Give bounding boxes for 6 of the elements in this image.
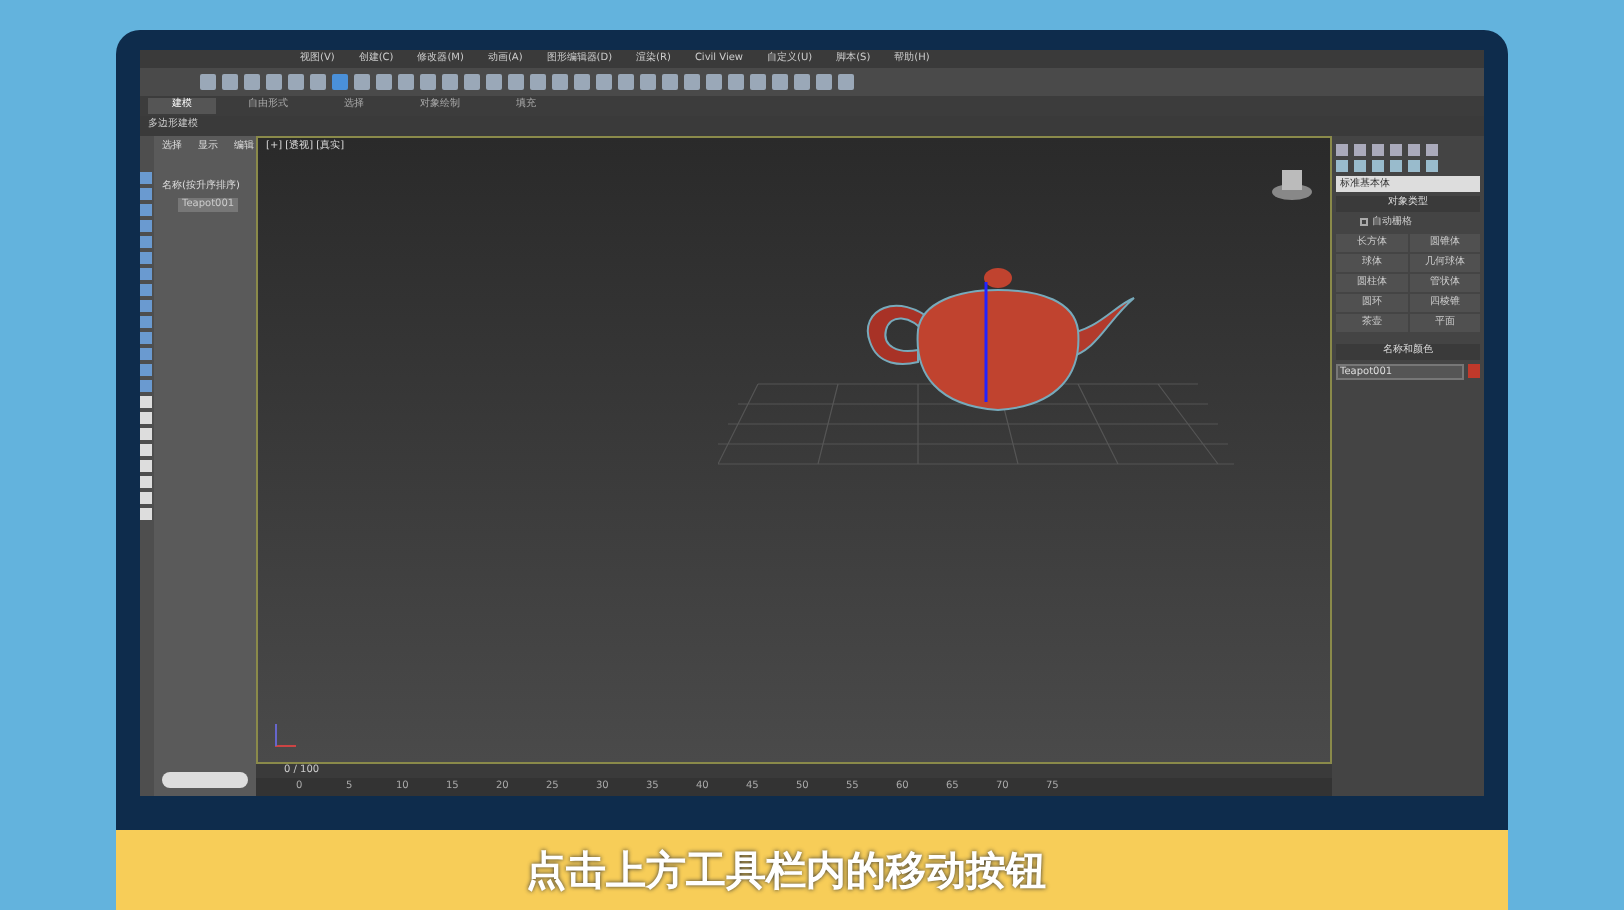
scrollbar[interactable] <box>162 772 248 788</box>
autogrid-checkbox[interactable] <box>1360 218 1368 227</box>
color-swatch[interactable] <box>1468 363 1480 377</box>
view-cube-icon[interactable] <box>1270 166 1314 202</box>
axis-icon <box>270 722 298 750</box>
subtitle: 点击上方工具栏内的移动按钮 <box>526 844 1046 898</box>
